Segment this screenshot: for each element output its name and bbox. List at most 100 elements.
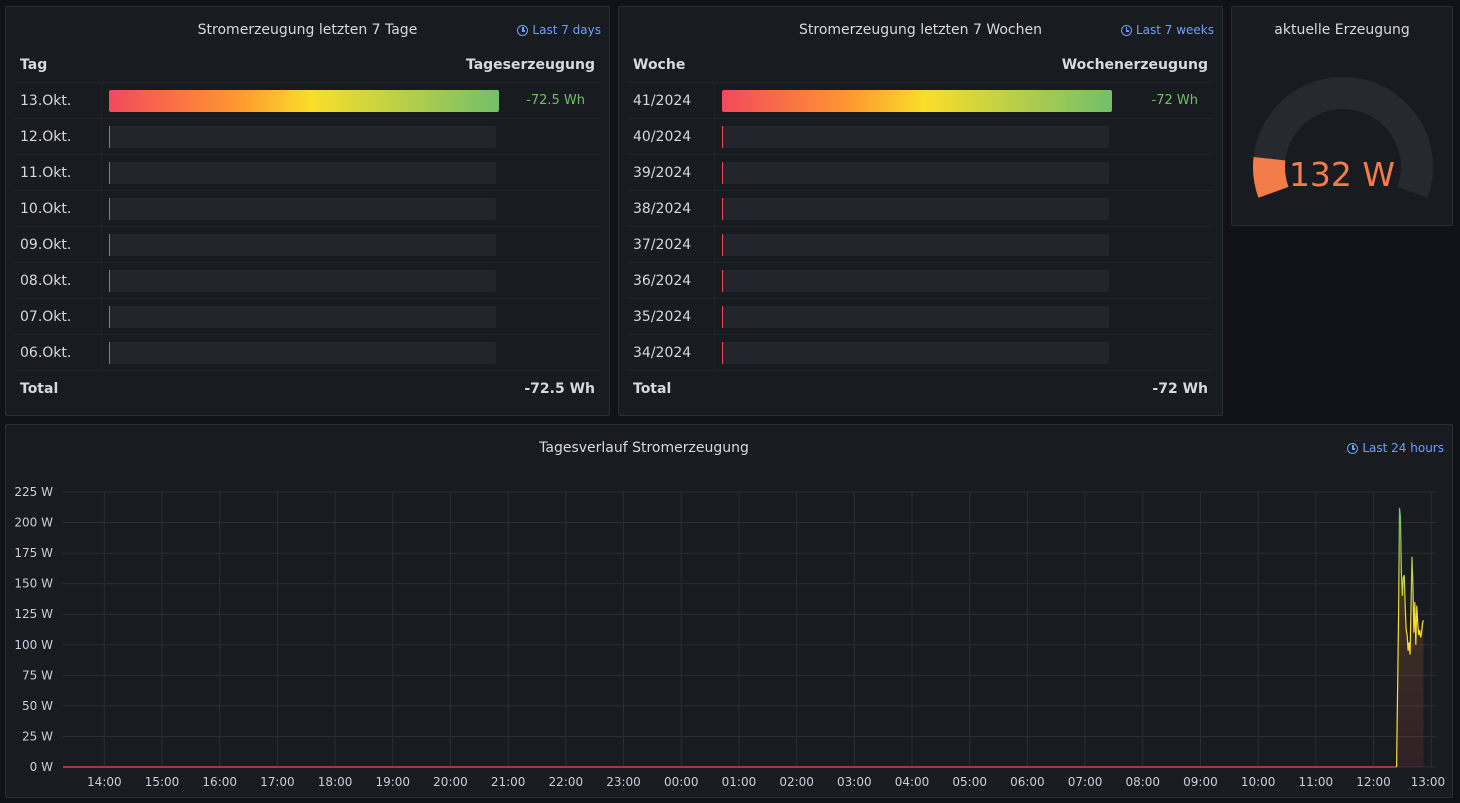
gauge [1253, 77, 1433, 198]
column-header-day[interactable]: Tag [20, 57, 47, 73]
bar-fill [109, 161, 110, 184]
gauge-value: 132 W [1288, 155, 1396, 194]
x-tick-label: 03:00 [837, 775, 872, 789]
y-tick-label: 200 W [14, 516, 53, 530]
row-label: 11.Okt. [14, 155, 102, 190]
row-label: 06.Okt. [14, 335, 102, 370]
y-tick-label: 150 W [14, 577, 53, 591]
table-row: 34/2024 [627, 335, 1214, 371]
chart-grid [63, 491, 1436, 768]
row-value: -72.5 Wh [526, 93, 585, 108]
x-tick-label: 23:00 [606, 775, 641, 789]
y-tick-label: 0 W [30, 760, 53, 774]
table-row: 13.Okt. -72.5 Wh [14, 83, 601, 119]
bar-fill [722, 305, 723, 328]
x-tick-label: 20:00 [433, 775, 468, 789]
total-value: -72 Wh [1152, 381, 1208, 397]
column-header-value[interactable]: Wochenerzeugung [1062, 57, 1208, 73]
bar-gauge [109, 197, 496, 220]
table-row: 37/2024 [627, 227, 1214, 263]
bar-gauge [722, 125, 1109, 148]
table-row: 35/2024 [627, 299, 1214, 335]
time-range-badge[interactable]: Last 7 weeks [1120, 23, 1214, 37]
bar-fill [109, 89, 499, 112]
row-label: 40/2024 [627, 119, 715, 154]
bar-fill [722, 89, 1112, 112]
y-tick-label: 175 W [14, 546, 53, 560]
table-row: 38/2024 [627, 191, 1214, 227]
bar-fill [109, 305, 110, 328]
x-tick-label: 01:00 [722, 775, 757, 789]
row-label: 13.Okt. [14, 83, 102, 118]
weeks-table: Woche Wochenerzeugung 41/2024 -72 Wh 40/20… [627, 47, 1214, 407]
bar-gauge [109, 89, 499, 112]
bar-gauge [109, 125, 496, 148]
y-tick-label: 225 W [14, 485, 53, 499]
row-label: 12.Okt. [14, 119, 102, 154]
x-tick-label: 09:00 [1183, 775, 1218, 789]
bar-fill [109, 125, 110, 148]
table-row: 39/2024 [627, 155, 1214, 191]
total-value: -72.5 Wh [524, 381, 595, 397]
bar-fill [722, 125, 723, 148]
y-tick-label: 100 W [14, 638, 53, 652]
bar-gauge [722, 269, 1109, 292]
bar-gauge [109, 269, 496, 292]
x-tick-label: 21:00 [491, 775, 526, 789]
panel-current-production: aktuelle Erzeugung 132 W [1231, 6, 1453, 226]
panel-daily-timeseries: Tagesverlauf Stromerzeugung Last 24 hour… [5, 424, 1453, 798]
row-label: 09.Okt. [14, 227, 102, 262]
x-tick-label: 08:00 [1125, 775, 1160, 789]
x-tick-label: 10:00 [1241, 775, 1276, 789]
panel-last-7-days: Stromerzeugung letzten 7 Tage Last 7 day… [5, 6, 610, 416]
row-label: 37/2024 [627, 227, 715, 262]
x-tick-label: 02:00 [779, 775, 814, 789]
bar-gauge [722, 341, 1109, 364]
row-label: 36/2024 [627, 263, 715, 298]
x-tick-label: 16:00 [202, 775, 237, 789]
x-tick-label: 12:00 [1356, 775, 1391, 789]
table-row: 10.Okt. [14, 191, 601, 227]
x-tick-label: 19:00 [375, 775, 410, 789]
bar-fill [109, 269, 110, 292]
bar-gauge [109, 305, 496, 328]
row-label: 35/2024 [627, 299, 715, 334]
table-body: 13.Okt. -72.5 Wh 12.Okt. 11.Okt. 10.Okt. 09.O… [14, 83, 601, 371]
table-header: Woche Wochenerzeugung [627, 47, 1214, 83]
bar-gauge [722, 161, 1109, 184]
bar-fill [722, 269, 723, 292]
bar-fill [722, 161, 723, 184]
row-label: 10.Okt. [14, 191, 102, 226]
row-label: 39/2024 [627, 155, 715, 190]
table-row: 06.Okt. [14, 335, 601, 371]
x-tick-label: 00:00 [664, 775, 699, 789]
table-footer-total: Total -72.5 Wh [14, 371, 601, 407]
panel-last-7-weeks: Stromerzeugung letzten 7 Wochen Last 7 w… [618, 6, 1223, 416]
y-tick-label: 125 W [14, 607, 53, 621]
column-header-week[interactable]: Woche [633, 57, 685, 73]
timeseries-chart[interactable]: 0 W 25 W 50 W 75 W 100 W 125 W 150 W 175 W 200 W… [6, 425, 1454, 799]
x-tick-label: 18:00 [318, 775, 353, 789]
column-header-value[interactable]: Tageserzeugung [466, 57, 595, 73]
table-footer-total: Total -72 Wh [627, 371, 1214, 407]
x-tick-label: 07:00 [1068, 775, 1103, 789]
row-label: 41/2024 [627, 83, 715, 118]
chart-series [63, 507, 1425, 768]
table-row: 07.Okt. [14, 299, 601, 335]
table-body: 41/2024 -72 Wh 40/2024 39/2024 38/2024 37/202… [627, 83, 1214, 371]
x-tick-label: 13:00 [1411, 775, 1446, 789]
bar-fill [109, 341, 110, 364]
bar-fill [722, 233, 723, 256]
table-row: 41/2024 -72 Wh [627, 83, 1214, 119]
bar-gauge [722, 89, 1112, 112]
table-row: 12.Okt. [14, 119, 601, 155]
table-row: 36/2024 [627, 263, 1214, 299]
table-row: 08.Okt. [14, 263, 601, 299]
row-value: -72 Wh [1151, 93, 1198, 108]
time-range-badge[interactable]: Last 7 days [517, 23, 601, 37]
y-axis: 0 W 25 W 50 W 75 W 100 W 125 W 150 W 175 W 200 W… [14, 485, 53, 774]
x-tick-label: 15:00 [145, 775, 180, 789]
days-table: Tag Tageserzeugung 13.Okt. -72.5 Wh 12.Okt… [14, 47, 601, 407]
x-tick-label: 11:00 [1299, 775, 1334, 789]
y-tick-label: 75 W [22, 668, 53, 682]
